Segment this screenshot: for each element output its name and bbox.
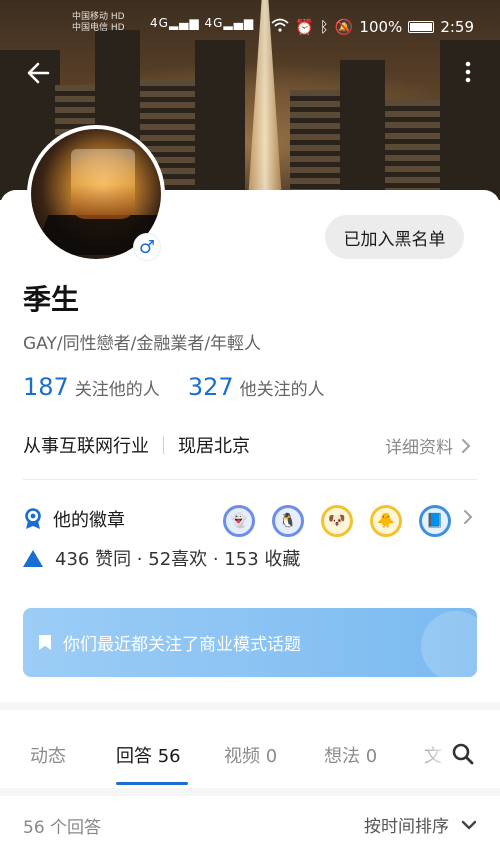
clock: 2:59 [440, 18, 474, 36]
divider [23, 479, 477, 480]
alarm-icon: ⏰ [295, 18, 314, 36]
followers-link[interactable]: 187 关注他的人 [23, 373, 160, 401]
divider [0, 788, 500, 796]
tab-videos[interactable]: 视频 0 [224, 742, 277, 768]
tab-indicator [116, 782, 188, 785]
following-link[interactable]: 327 他关注的人 [188, 373, 325, 401]
follow-stats: 187 关注他的人 327 他关注的人 [23, 373, 325, 401]
detail-info-label: 详细资料 [385, 438, 453, 458]
divider [163, 436, 164, 454]
status-bar: 中国移动 HD 中国电信 HD 4G▂▄▆ 4G▂▄▆ ⏰ ᛒ 🔕 100% 2… [0, 12, 500, 40]
link-icon [421, 611, 477, 677]
more-options-button[interactable] [458, 58, 478, 88]
profile-info-row: 从事互联网行业 现居北京 详细资料 [23, 431, 477, 459]
blacklist-button[interactable]: 已加入黑名单 [325, 215, 464, 259]
following-count: 327 [187, 373, 234, 401]
tab-activity[interactable]: 动态 [30, 742, 66, 768]
profile-name: 季生 [23, 283, 80, 316]
arrow-left-icon [27, 62, 50, 84]
back-button[interactable] [24, 58, 54, 88]
wifi-icon [271, 18, 289, 36]
industry-text: 从事互联网行业 [23, 436, 149, 457]
bluetooth-icon: ᛒ [319, 18, 329, 36]
search-icon[interactable] [451, 742, 475, 766]
badge-answerer-icon[interactable]: 🐧 [272, 505, 304, 537]
mute-icon: 🔕 [334, 18, 354, 36]
upvote-icon [23, 549, 43, 567]
topic-banner[interactable]: 你们最近都关注了商业模式话题 [23, 608, 477, 677]
sort-dropdown[interactable]: 按时间排序 [364, 812, 477, 837]
bookmark-icon [39, 635, 51, 650]
badges-row[interactable]: 他的徽章 👻 🐧 🐶 🐥 📘 [23, 505, 477, 537]
badge-creator-icon[interactable]: 👻 [223, 505, 255, 537]
divider [0, 702, 500, 710]
profile-bio: GAY/同性戀者/金融業者/年輕人 [23, 334, 262, 354]
topic-banner-text: 你们最近都关注了商业模式话题 [63, 635, 301, 655]
answers-count: 56 个回答 [23, 818, 102, 838]
tab-answers[interactable]: 回答 56 [116, 742, 181, 768]
chevron-right-icon [464, 510, 473, 524]
badge-ribbon-icon [25, 508, 41, 529]
badge-star-icon[interactable]: 🐶 [321, 505, 353, 537]
male-icon: ♂ [133, 233, 161, 261]
followers-label: 关注他的人 [74, 380, 160, 400]
answers-header: 56 个回答 按时间排序 [0, 796, 500, 855]
badge-newcomer-icon[interactable]: 📘 [419, 505, 451, 537]
tab-thoughts[interactable]: 想法 0 [324, 742, 377, 768]
chevron-down-icon [461, 820, 477, 829]
badges-label: 他的徽章 [53, 510, 125, 531]
battery-icon [408, 21, 435, 33]
more-vertical-icon [465, 61, 471, 83]
sort-label: 按时间排序 [364, 817, 449, 837]
detail-info-link[interactable]: 详细资料 [385, 433, 471, 458]
carrier-label: 中国移动 HD 中国电信 HD [72, 12, 125, 33]
badge-hexagon-icon[interactable]: 🐥 [370, 505, 402, 537]
location-text: 现居北京 [178, 436, 250, 457]
stats-text: 436 赞同 · 52喜欢 · 153 收藏 [55, 549, 301, 570]
following-label: 他关注的人 [239, 380, 325, 400]
signal-icon: 4G▂▄▆ 4G▂▄▆ [150, 16, 255, 30]
followers-count: 187 [23, 373, 69, 401]
profile-tabs: 动态 回答 56 视频 0 想法 0 文 [0, 710, 500, 788]
chevron-right-icon [462, 438, 471, 453]
stats-row: 436 赞同 · 52喜欢 · 153 收藏 [23, 545, 300, 571]
battery-percent: 100% [359, 18, 403, 36]
badge-list: 👻 🐧 🐶 🐥 📘 [223, 505, 451, 537]
